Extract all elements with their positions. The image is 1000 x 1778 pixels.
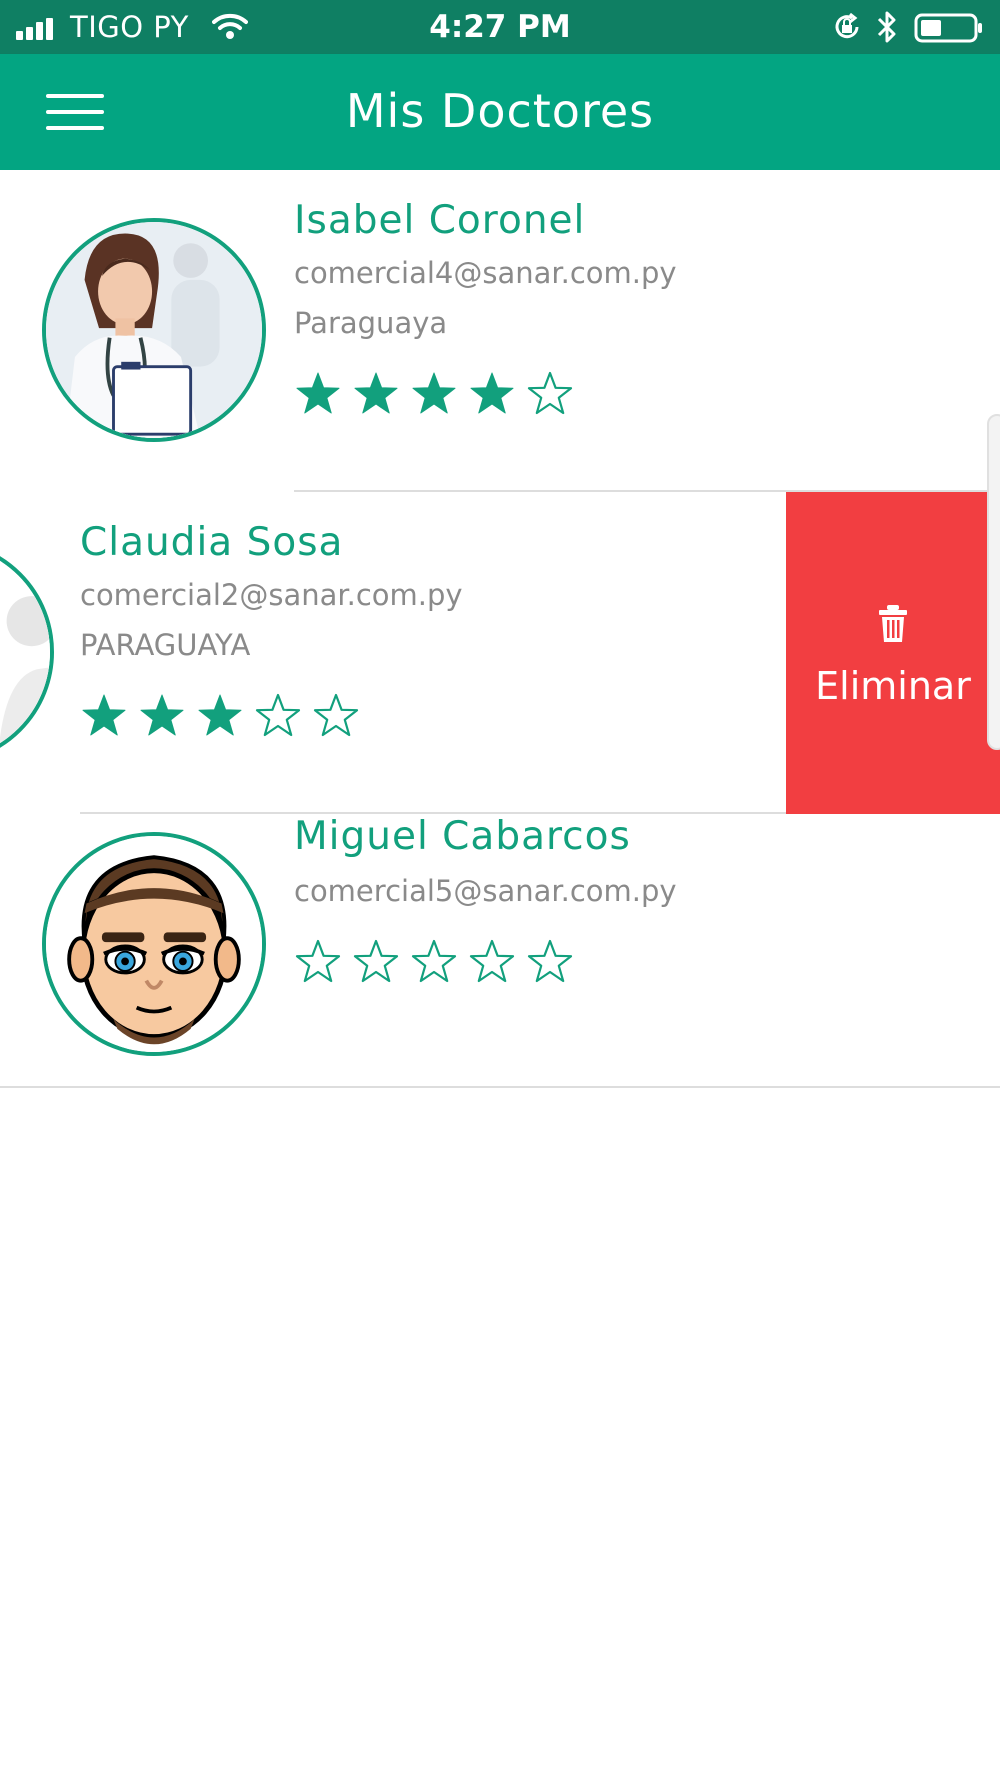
star-empty-icon[interactable]: [526, 370, 574, 418]
delete-button[interactable]: Eliminar: [786, 492, 1000, 814]
status-bar: TIGO PY 4:27 PM: [0, 0, 1000, 54]
doctor-avatar: [42, 218, 266, 442]
doctor-row-isabel-coronel[interactable]: Isabel Coronel comercial4@sanar.com.py P…: [0, 170, 1000, 492]
star-empty-icon[interactable]: [294, 938, 342, 986]
star-filled-icon[interactable]: [468, 370, 516, 418]
doctor-row-miguel-cabarcos[interactable]: Miguel Cabarcos comercial5@sanar.com.py: [0, 814, 1000, 1088]
doctor-email: comercial5@sanar.com.py: [294, 874, 677, 908]
star-rating: [294, 938, 574, 986]
delete-label: Eliminar: [815, 664, 971, 708]
doctor-name: Claudia Sosa: [80, 520, 344, 565]
placeholder-avatar: [0, 544, 50, 760]
doctor-avatar: [0, 540, 54, 764]
battery-icon: [914, 13, 982, 43]
star-filled-icon[interactable]: [138, 692, 186, 740]
star-empty-icon[interactable]: [468, 938, 516, 986]
side-drawer-handle[interactable]: [987, 414, 1000, 750]
star-filled-icon[interactable]: [352, 370, 400, 418]
trash-icon: [879, 605, 907, 642]
star-filled-icon[interactable]: [294, 370, 342, 418]
star-rating: [80, 692, 360, 740]
app-header: Mis Doctores: [0, 54, 1000, 170]
doctor-email: comercial2@sanar.com.py: [80, 578, 463, 612]
row-divider: [0, 1086, 1000, 1088]
star-rating: [294, 370, 574, 418]
doctor-name: Miguel Cabarcos: [294, 814, 631, 859]
star-empty-icon[interactable]: [410, 938, 458, 986]
rotation-lock-icon: [835, 12, 859, 39]
doctor-nationality: PARAGUAYA: [80, 628, 251, 662]
doctor-nationality: Paraguaya: [294, 306, 448, 340]
star-filled-icon[interactable]: [80, 692, 128, 740]
star-empty-icon[interactable]: [254, 692, 302, 740]
star-empty-icon[interactable]: [312, 692, 360, 740]
star-empty-icon[interactable]: [352, 938, 400, 986]
star-empty-icon[interactable]: [526, 938, 574, 986]
bluetooth-icon: [877, 11, 896, 43]
female-doctor-portrait: [46, 222, 262, 438]
doctor-name: Isabel Coronel: [294, 198, 586, 243]
doctor-email: comercial4@sanar.com.py: [294, 256, 677, 290]
doctor-avatar: [42, 832, 266, 1056]
star-filled-icon[interactable]: [410, 370, 458, 418]
page-title: Mis Doctores: [345, 84, 655, 138]
cartoon-man-avatar: [46, 836, 262, 1052]
star-filled-icon[interactable]: [196, 692, 244, 740]
